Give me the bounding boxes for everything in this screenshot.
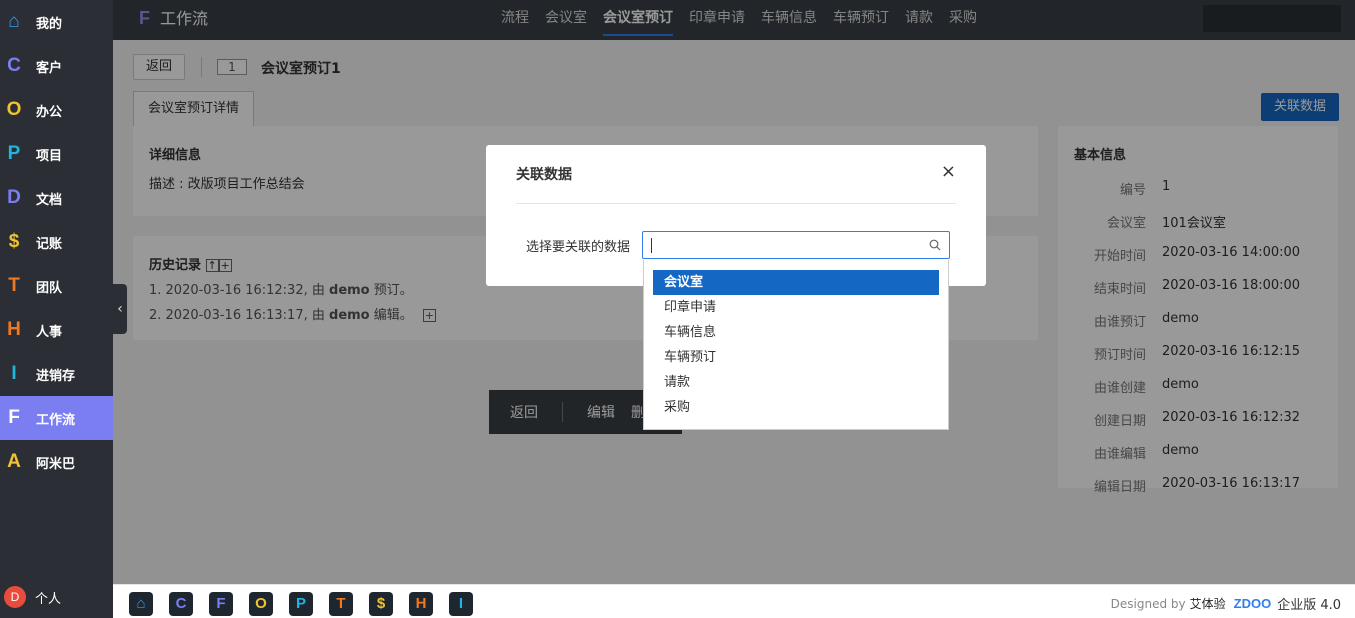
modal-divider xyxy=(516,203,956,204)
close-icon[interactable]: × xyxy=(941,161,956,182)
letter-f-icon: F xyxy=(8,407,20,428)
brand-name: 艾体验 xyxy=(1189,597,1226,611)
field-label: 选择要关联的数据 xyxy=(526,240,631,255)
home-icon: ⌂ xyxy=(8,11,20,32)
designed-by-label: Designed by xyxy=(1110,596,1186,611)
dropdown-option[interactable]: 车辆信息 xyxy=(644,320,948,345)
link-data-dropdown: 会议室 印章申请 车辆信息 车辆预订 请款 采购 xyxy=(643,260,949,430)
edition-label: 企业版 4.0 xyxy=(1277,598,1341,613)
sidebar-item-label: 团队 xyxy=(36,280,63,296)
letter-i-icon[interactable]: I xyxy=(449,592,473,616)
sidebar-item[interactable]: ⌂ 我的 xyxy=(0,0,113,44)
sidebar-item-label: 阿米巴 xyxy=(36,456,76,472)
letter-c-icon[interactable]: C xyxy=(169,592,193,616)
search-icon xyxy=(929,239,941,251)
letter-d-icon: D xyxy=(7,187,21,208)
sidebar-item[interactable]: T 团队 xyxy=(0,264,113,308)
dollar-icon[interactable]: $ xyxy=(369,592,393,616)
letter-h-icon[interactable]: H xyxy=(409,592,433,616)
dropdown-option[interactable]: 请款 xyxy=(644,370,948,395)
sidebar-item[interactable]: A 阿米巴 xyxy=(0,440,113,484)
sidebar-item[interactable]: H 人事 xyxy=(0,308,113,352)
sidebar-item-label: 工作流 xyxy=(36,412,76,428)
dropdown-option[interactable]: 车辆预订 xyxy=(644,345,948,370)
home-icon[interactable]: ⌂ xyxy=(129,592,153,616)
letter-p-icon: P xyxy=(7,143,21,164)
letter-p-icon[interactable]: P xyxy=(289,592,313,616)
dropdown-option[interactable]: 印章申请 xyxy=(644,295,948,320)
sidebar-item[interactable]: D 文档 xyxy=(0,176,113,220)
sidebar-item-label: 文档 xyxy=(36,192,63,208)
letter-a-icon: A xyxy=(7,451,21,472)
letter-t-icon: T xyxy=(8,275,20,296)
zdoo-logo[interactable]: ZDOO xyxy=(1234,596,1272,611)
sidebar-item-label: 我的 xyxy=(36,16,63,32)
sidebar-item-label: 进销存 xyxy=(36,368,76,384)
dollar-icon: $ xyxy=(8,231,20,252)
credit: Designed by 艾体验 ZDOO 企业版 4.0 xyxy=(1111,594,1341,613)
letter-o-icon[interactable]: O xyxy=(249,592,273,616)
sidebar-item[interactable]: P 项目 xyxy=(0,132,113,176)
sidebar-item-label: 客户 xyxy=(36,60,63,76)
letter-c-icon: C xyxy=(7,55,21,76)
sidebar: ⌂ 我的 C 客户 O 办公 P 项目 D 文档 $ 记账 T 团队 H 人事 I 进销存 F 工作流 A 阿米巴 D 个人 xyxy=(0,0,113,618)
sidebar-item[interactable]: C 客户 xyxy=(0,44,113,88)
letter-i-icon: I xyxy=(11,363,17,384)
sidebar-item[interactable]: O 办公 xyxy=(0,88,113,132)
chevron-left-icon: ‹ xyxy=(117,301,123,317)
sidebar-item-label: 人事 xyxy=(36,324,63,340)
sidebar-item-label: 记账 xyxy=(36,236,63,252)
bottom-bar: ⌂ C F O P T $ H I Designed by 艾体验 ZDOO 企业版 4.0 xyxy=(113,584,1355,618)
dropdown-option[interactable]: 采购 xyxy=(644,395,948,420)
avatar: D xyxy=(4,586,26,608)
letter-t-icon[interactable]: T xyxy=(329,592,353,616)
user-menu[interactable]: D 个人 xyxy=(4,586,61,608)
sidebar-item-label: 办公 xyxy=(36,104,63,120)
dropdown-option[interactable]: 会议室 xyxy=(653,270,939,295)
sidebar-item[interactable]: $ 记账 xyxy=(0,220,113,264)
sidebar-item[interactable]: F 工作流 xyxy=(0,396,113,440)
sidebar-item[interactable]: I 进销存 xyxy=(0,352,113,396)
app-shortcuts: ⌂ C F O P T $ H I xyxy=(129,592,489,616)
sidebar-item-label: 项目 xyxy=(36,148,63,164)
link-data-select-input[interactable] xyxy=(642,231,950,259)
letter-o-icon: O xyxy=(6,99,22,120)
collapse-sidebar-button[interactable]: ‹ xyxy=(113,284,127,334)
user-label: 个人 xyxy=(35,591,62,607)
modal-title: 关联数据 xyxy=(516,167,572,183)
text-caret xyxy=(651,238,652,253)
letter-h-icon: H xyxy=(7,319,21,340)
letter-f-icon[interactable]: F xyxy=(209,592,233,616)
